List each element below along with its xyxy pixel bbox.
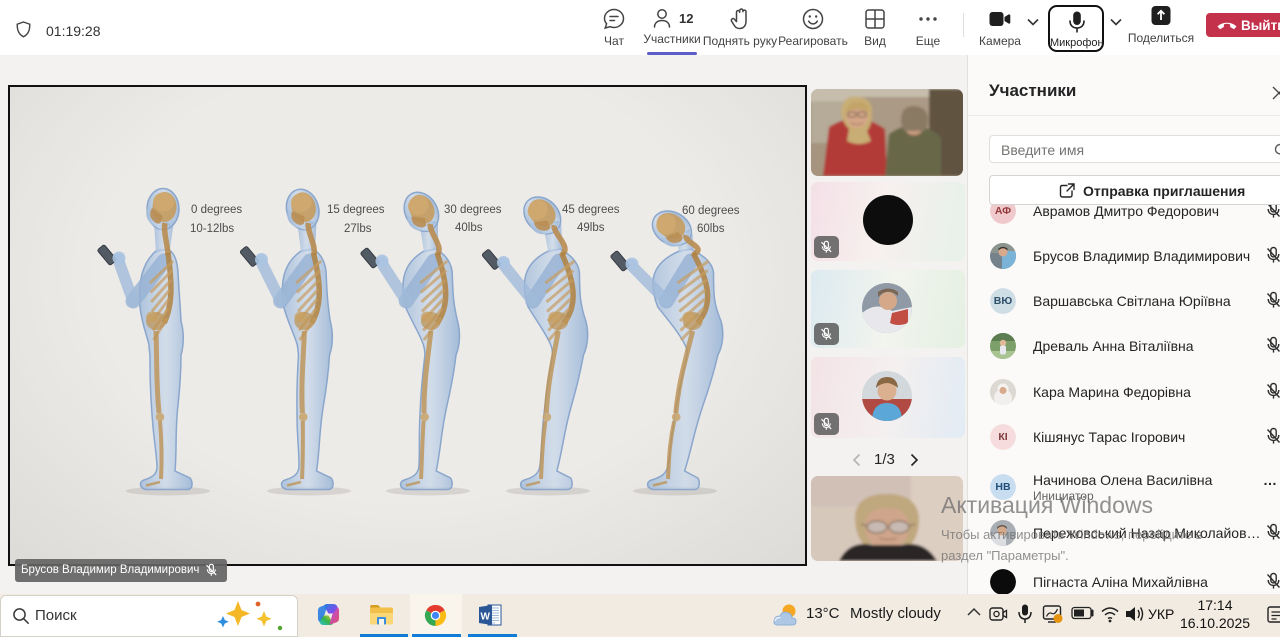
svg-text:W: W xyxy=(480,612,490,623)
